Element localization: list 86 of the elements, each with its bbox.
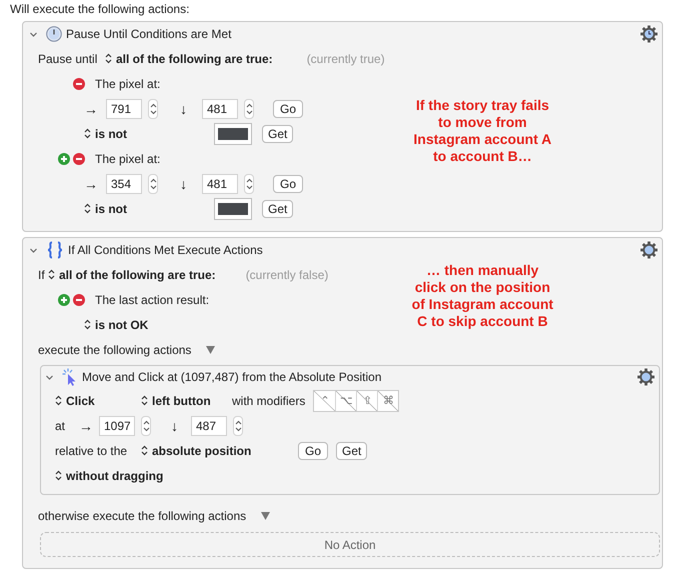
stepper[interactable]	[233, 416, 243, 436]
annotation-text: … then manually click on the position of Instagram account C to skip account B	[410, 262, 554, 330]
up-down-chevron-icon	[105, 53, 112, 64]
up-down-chevron-icon	[150, 102, 156, 116]
modifiers-label: with modifiers	[232, 394, 306, 408]
action-title: Move and Click at (1097,487) from the Absolute Position	[82, 370, 382, 384]
arrow-text: ↓	[180, 176, 188, 192]
action-title: If All Conditions Met Execute Actions	[68, 243, 263, 257]
stepper[interactable]	[148, 174, 158, 194]
up-down-chevron-icon	[84, 128, 91, 139]
heading: Will execute the following actions:	[10, 1, 190, 17]
go-button[interactable]: Go	[298, 442, 328, 460]
gear-clock-icon[interactable]	[640, 25, 658, 43]
up-down-chevron-icon	[246, 102, 252, 116]
condition-status: (currently true)	[306, 52, 385, 66]
at-label: at	[55, 418, 66, 432]
stepper[interactable]	[148, 98, 158, 118]
x-field[interactable]: 1097	[99, 416, 135, 436]
up-down-chevron-icon	[48, 269, 55, 280]
arrow-text: →	[84, 176, 98, 192]
stepper[interactable]	[141, 416, 151, 436]
remove-icon[interactable]	[73, 152, 85, 164]
x-field[interactable]: 354	[106, 174, 142, 194]
up-down-chevron-icon	[234, 418, 242, 432]
condition-mode-popup[interactable]: all of the following are true:	[48, 268, 216, 282]
arrow-text: ↓	[180, 100, 188, 116]
operator-popup[interactable]: is not	[84, 202, 206, 216]
add-icon[interactable]	[58, 152, 70, 164]
condition-label: The last action result:	[95, 292, 210, 306]
section-label: otherwise execute the following actions	[38, 509, 246, 523]
up-down-chevron-icon	[141, 445, 148, 456]
up-down-chevron-icon	[150, 176, 156, 190]
arrow-text: →	[84, 100, 98, 116]
section-label: execute the following actions	[38, 343, 192, 357]
position-popup[interactable]: absolute position	[141, 444, 298, 458]
gear-icon[interactable]	[640, 241, 658, 259]
condition-status: (currently false)	[246, 268, 328, 282]
annotation-text: If the story tray fails to move from Instagram account A to account B…	[412, 97, 552, 165]
click-type-popup[interactable]: Click	[55, 394, 141, 408]
cursor-click-icon	[62, 368, 78, 386]
up-down-chevron-icon	[142, 418, 150, 432]
disclosure-chevron-icon[interactable]	[29, 246, 38, 254]
up-down-chevron-icon	[84, 203, 91, 214]
arrow-text: ↓	[171, 418, 179, 434]
drop-field[interactable]: No Action	[40, 532, 660, 557]
get-button[interactable]: Get	[262, 200, 294, 218]
up-down-chevron-icon	[55, 395, 62, 406]
remove-icon[interactable]	[73, 294, 85, 306]
up-down-chevron-icon	[246, 176, 252, 190]
add-icon[interactable]	[58, 294, 70, 306]
arrow-text: →	[79, 418, 91, 434]
get-button[interactable]: Get	[336, 442, 368, 460]
drag-popup[interactable]: without dragging	[55, 468, 164, 482]
condition-label: The pixel at:	[95, 152, 160, 166]
up-down-chevron-icon	[84, 319, 91, 330]
up-down-chevron-icon	[55, 470, 62, 481]
condition-prefix: If	[38, 268, 46, 282]
disclosure-chevron-icon[interactable]	[45, 374, 54, 380]
relative-label: relative to the	[55, 444, 128, 458]
condition-label: The pixel at:	[95, 76, 160, 90]
triangle-down-icon[interactable]	[206, 346, 216, 354]
action-title: Pause Until Conditions are Met	[66, 27, 232, 41]
up-down-chevron-icon	[141, 395, 148, 406]
x-field[interactable]: 791	[106, 98, 142, 118]
modifier-toggle[interactable]: ⌃	[314, 390, 336, 410]
stepper[interactable]	[244, 174, 254, 194]
stepper[interactable]	[244, 98, 254, 118]
color-well[interactable]	[214, 198, 252, 220]
operator-popup[interactable]: is not	[84, 126, 206, 140]
y-field[interactable]: 487	[191, 416, 227, 436]
y-field[interactable]: 481	[202, 98, 238, 118]
get-button[interactable]: Get	[262, 124, 294, 142]
go-button[interactable]: Go	[273, 100, 303, 118]
braces-icon	[46, 241, 64, 259]
triangle-down-icon[interactable]	[261, 512, 270, 520]
y-field[interactable]: 481	[202, 174, 238, 194]
go-button[interactable]: Go	[273, 174, 303, 192]
condition-prefix: Pause until	[38, 52, 98, 66]
gear-icon[interactable]	[637, 368, 655, 386]
operator-popup[interactable]: is not OK	[84, 318, 206, 332]
mouse-button-popup[interactable]: left button	[141, 394, 232, 408]
remove-icon[interactable]	[73, 78, 85, 90]
color-well[interactable]	[214, 122, 252, 144]
disclosure-chevron-icon[interactable]	[29, 30, 38, 38]
condition-mode-popup[interactable]: all of the following are true:	[105, 52, 273, 66]
clock-icon	[46, 26, 62, 42]
